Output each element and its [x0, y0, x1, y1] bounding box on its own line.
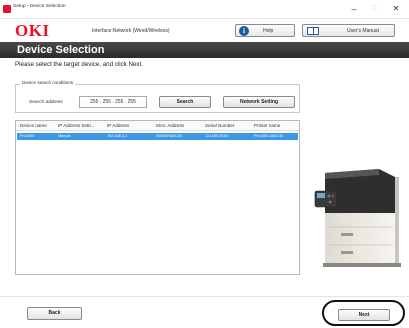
column-header-device-name[interactable]: Device name [20, 123, 56, 128]
column-header-ip-setting[interactable]: IP Address Setti... [58, 123, 105, 128]
table-header: Device name IP Address Setti... IP Addre… [16, 121, 299, 131]
cell-serial-number: 121A5075000 [205, 134, 229, 138]
device-table[interactable]: Device name IP Address Setti... IP Addre… [15, 120, 300, 275]
cell-ip-address: 192.168.0.2 [107, 134, 128, 138]
column-header-mac-address[interactable]: MAC Address [156, 123, 203, 128]
search-button[interactable]: Search [159, 96, 211, 108]
info-icon: i [239, 26, 249, 36]
instruction-text: Please select the target device, and cli… [15, 61, 143, 68]
help-button[interactable]: i Help [235, 24, 295, 37]
interface-label: Interface:Network (Wired/Wireless) [92, 28, 170, 34]
cell-printer-name: Pro1050-5A5C90 [254, 134, 284, 138]
users-manual-button[interactable]: User's Manual [302, 24, 395, 37]
search-conditions-legend: Device search conditions [20, 80, 76, 85]
column-header-serial-number[interactable]: Serial Number [205, 123, 251, 128]
maximize-button[interactable]: □ [366, 2, 382, 16]
table-row[interactable]: Pro1050 Manual 192.168.0.2 0080875A5C90 … [17, 133, 298, 140]
back-button[interactable]: Back [27, 307, 82, 320]
minimize-button[interactable]: – [346, 2, 362, 16]
help-button-label: Help [263, 28, 274, 34]
printer-image [314, 169, 401, 267]
column-header-printer-name[interactable]: Printer name [254, 123, 298, 128]
cell-device-name: Pro1050 [20, 134, 35, 138]
users-manual-label: User's Manual [347, 28, 379, 34]
search-address-label: Search address [29, 100, 63, 105]
cell-mac-address: 0080875A5C90 [156, 134, 183, 138]
network-setting-button[interactable]: Network Setting [223, 96, 295, 108]
column-header-ip-address[interactable]: IP Address [107, 123, 153, 128]
page-title: Device Selection [17, 44, 105, 56]
app-icon [3, 5, 11, 13]
page-banner: Device Selection [0, 42, 409, 58]
oki-logo: OKI [15, 21, 50, 40]
close-button[interactable]: ✕ [388, 2, 404, 16]
window-title: Setup - Device Selection [13, 4, 66, 9]
search-address-input[interactable]: 255 . 255 . 255 . 255 [79, 96, 147, 108]
next-button[interactable]: Next [338, 309, 390, 321]
cell-ip-setting: Manual [58, 134, 71, 138]
book-icon [307, 27, 319, 35]
